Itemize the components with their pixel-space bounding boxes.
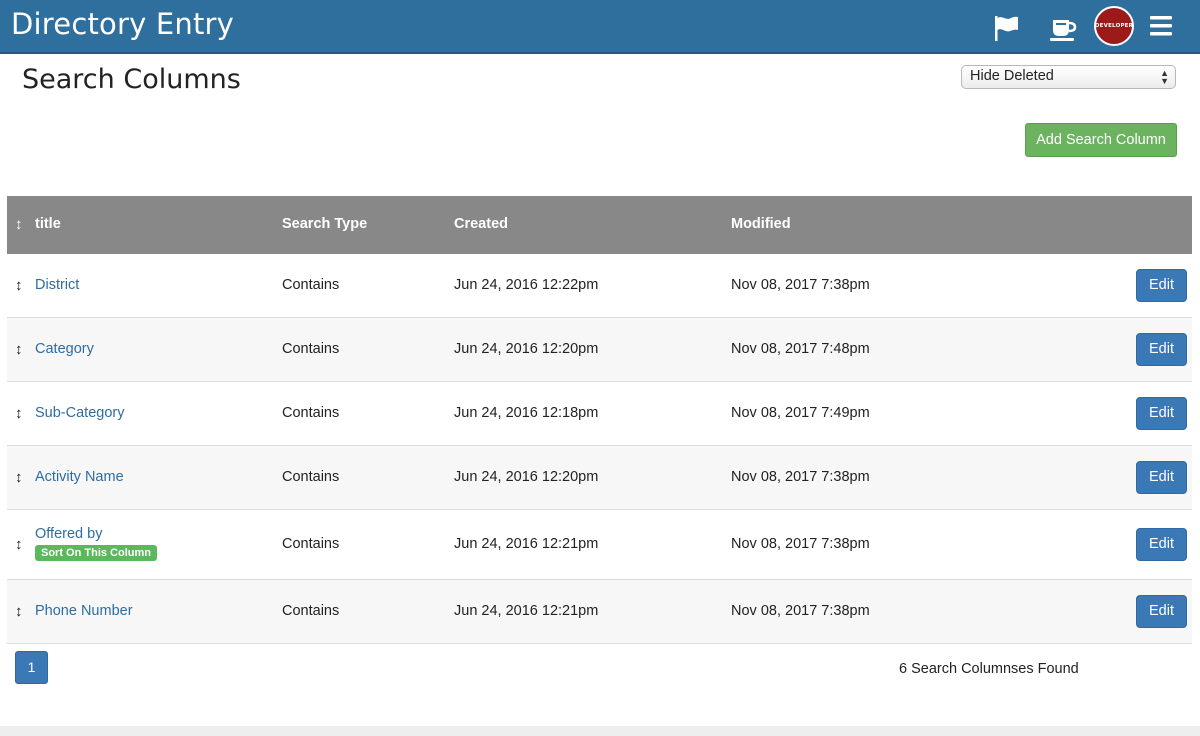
row-created: Jun 24, 2016 12:18pm (454, 405, 599, 421)
row-search-type: Contains (282, 603, 340, 619)
column-header-modified[interactable]: Modified (731, 216, 791, 232)
row-created: Jun 24, 2016 12:21pm (454, 603, 599, 619)
table-row: ↕ Activity Name Contains Jun 24, 2016 12… (7, 446, 1192, 510)
row-modified: Nov 08, 2017 7:38pm (731, 277, 870, 293)
drag-handle-icon[interactable]: ↕ (15, 277, 23, 294)
sort-column-badge: Sort On This Column (35, 545, 157, 561)
row-search-type: Contains (282, 536, 340, 552)
pagination-page-1[interactable]: 1 (15, 651, 48, 684)
edit-button[interactable]: Edit (1136, 397, 1187, 430)
sort-handle-icon: ↕ (15, 216, 23, 233)
row-modified: Nov 08, 2017 7:48pm (731, 341, 870, 357)
menu-icon[interactable] (1149, 14, 1173, 38)
row-modified: Nov 08, 2017 7:38pm (731, 603, 870, 619)
table-row: ↕ Offered by Sort On This Column Contain… (7, 510, 1192, 580)
results-count: 6 Search Columnses Found (899, 661, 1079, 677)
row-modified: Nov 08, 2017 7:38pm (731, 536, 870, 552)
column-header-created[interactable]: Created (454, 216, 508, 232)
edit-button[interactable]: Edit (1136, 333, 1187, 366)
edit-button[interactable]: Edit (1136, 269, 1187, 302)
table-row: ↕ Sub-Category Contains Jun 24, 2016 12:… (7, 382, 1192, 446)
row-title-link[interactable]: Activity Name (35, 469, 124, 485)
row-modified: Nov 08, 2017 7:49pm (731, 405, 870, 421)
row-created: Jun 24, 2016 12:20pm (454, 341, 599, 357)
page-footer-strip (0, 726, 1200, 736)
row-title-link[interactable]: Sub-Category (35, 405, 124, 421)
filter-selected-value: Hide Deleted (970, 68, 1054, 84)
row-title-link[interactable]: District (35, 277, 79, 293)
search-columns-table: ↕ title Search Type Created Modified ↕ D… (7, 196, 1192, 644)
row-created: Jun 24, 2016 12:21pm (454, 536, 599, 552)
row-title-link[interactable]: Offered by (35, 526, 102, 542)
avatar-label: DEVELOPER (1094, 23, 1134, 29)
row-created: Jun 24, 2016 12:20pm (454, 469, 599, 485)
edit-button[interactable]: Edit (1136, 528, 1187, 561)
page-title: Search Columns (22, 64, 241, 95)
select-arrows-icon: ▲ ▼ (1160, 68, 1169, 86)
flag-icon[interactable] (992, 15, 1022, 43)
drag-handle-icon[interactable]: ↕ (15, 536, 23, 553)
drag-handle-icon[interactable]: ↕ (15, 405, 23, 422)
row-search-type: Contains (282, 341, 340, 357)
row-title-link[interactable]: Category (35, 341, 94, 357)
row-created: Jun 24, 2016 12:22pm (454, 277, 599, 293)
table-row: ↕ Phone Number Contains Jun 24, 2016 12:… (7, 580, 1192, 644)
coffee-cup-icon[interactable] (1048, 15, 1078, 43)
drag-handle-icon[interactable]: ↕ (15, 469, 23, 486)
column-header-search-type[interactable]: Search Type (282, 216, 367, 232)
table-row: ↕ Category Contains Jun 24, 2016 12:20pm… (7, 318, 1192, 382)
row-search-type: Contains (282, 405, 340, 421)
column-header-title[interactable]: title (35, 216, 61, 232)
table-row: ↕ District Contains Jun 24, 2016 12:22pm… (7, 254, 1192, 318)
edit-button[interactable]: Edit (1136, 461, 1187, 494)
drag-handle-icon[interactable]: ↕ (15, 603, 23, 620)
deleted-filter-select[interactable]: Hide Deleted ▲ ▼ (961, 65, 1176, 89)
top-bar: Directory Entry DEVELOPER (0, 0, 1200, 54)
row-modified: Nov 08, 2017 7:38pm (731, 469, 870, 485)
row-title-link[interactable]: Phone Number (35, 603, 133, 619)
edit-button[interactable]: Edit (1136, 595, 1187, 628)
app-title: Directory Entry (11, 7, 235, 41)
add-search-column-button[interactable]: Add Search Column (1025, 123, 1177, 157)
drag-handle-icon[interactable]: ↕ (15, 341, 23, 358)
table-header: ↕ title Search Type Created Modified (7, 196, 1192, 254)
row-search-type: Contains (282, 469, 340, 485)
row-search-type: Contains (282, 277, 340, 293)
avatar[interactable]: DEVELOPER (1094, 6, 1134, 46)
